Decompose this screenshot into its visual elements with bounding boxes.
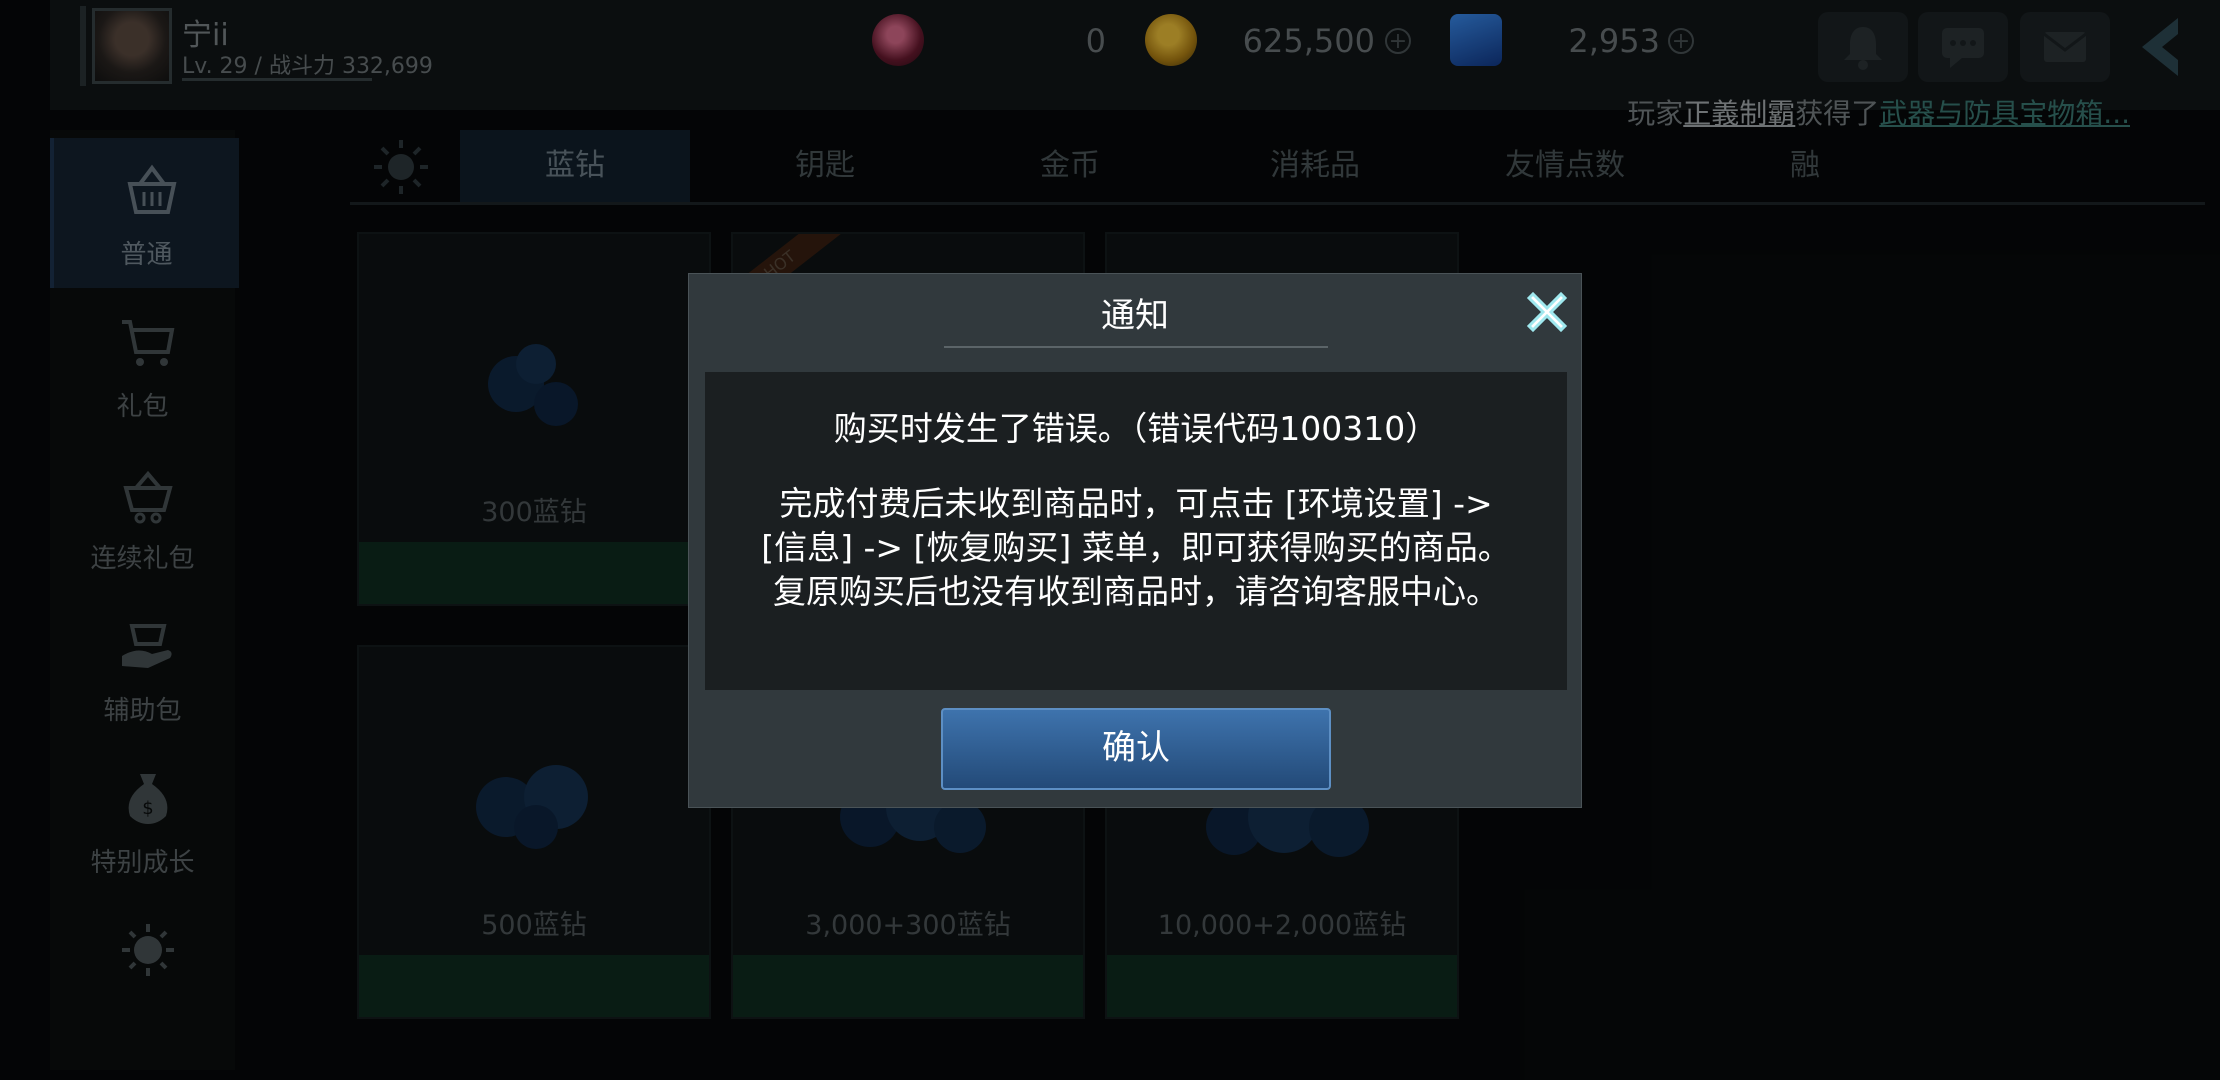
dialog-title: 通知: [1101, 296, 1169, 336]
help-message: 完成付费后未收到商品时，可点击 [环境设置] -> [信息] -> [恢复购买]…: [761, 484, 1511, 611]
title-divider: [944, 346, 1328, 348]
game-shop-screen: 宁ii Lv. 29 / 战斗力 332,699 0 625,500 + 2,9…: [0, 0, 2220, 1080]
confirm-button[interactable]: 确认: [941, 708, 1331, 790]
message-box: 购买时发生了错误。（错误代码100310） 完成付费后未收到商品时，可点击 [环…: [705, 372, 1567, 690]
error-message: 购买时发生了错误。（错误代码100310）: [833, 409, 1439, 448]
close-icon[interactable]: [1519, 284, 1575, 340]
error-notice-dialog: 通知 购买时发生了错误。（错误代码100310） 完成付费后未收到商品时，可点击…: [688, 273, 1582, 808]
